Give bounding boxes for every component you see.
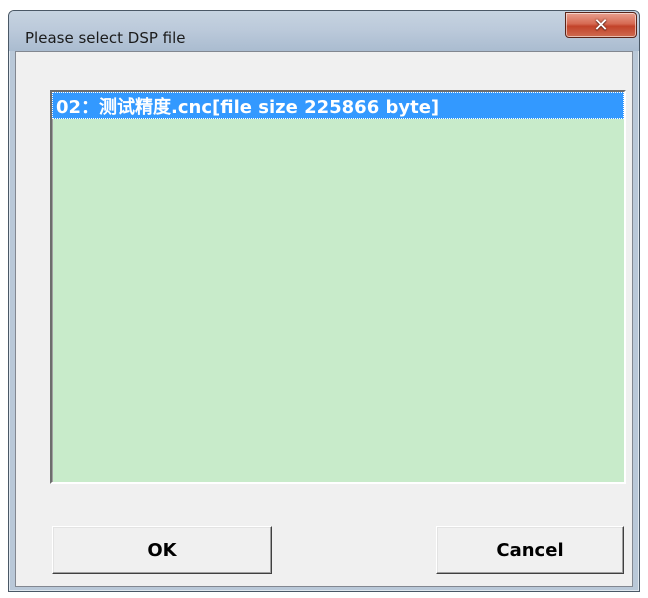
title-bar[interactable]: Please select DSP file ✕ <box>9 11 639 51</box>
file-listbox[interactable]: 02：测试精度.cnc[file size 225866 byte] <box>50 90 626 484</box>
cancel-button[interactable]: Cancel <box>436 526 624 574</box>
close-button[interactable]: ✕ <box>565 12 637 38</box>
close-icon: ✕ <box>593 14 609 36</box>
dialog-title: Please select DSP file <box>25 29 186 47</box>
ok-button[interactable]: OK <box>52 526 272 574</box>
dialog-client-area: 02：测试精度.cnc[file size 225866 byte] OK Ca… <box>15 51 633 587</box>
list-item-file[interactable]: 02：测试精度.cnc[file size 225866 byte] <box>52 92 624 119</box>
dialog-window: Please select DSP file ✕ 02：测试精度.cnc[fil… <box>8 10 640 592</box>
